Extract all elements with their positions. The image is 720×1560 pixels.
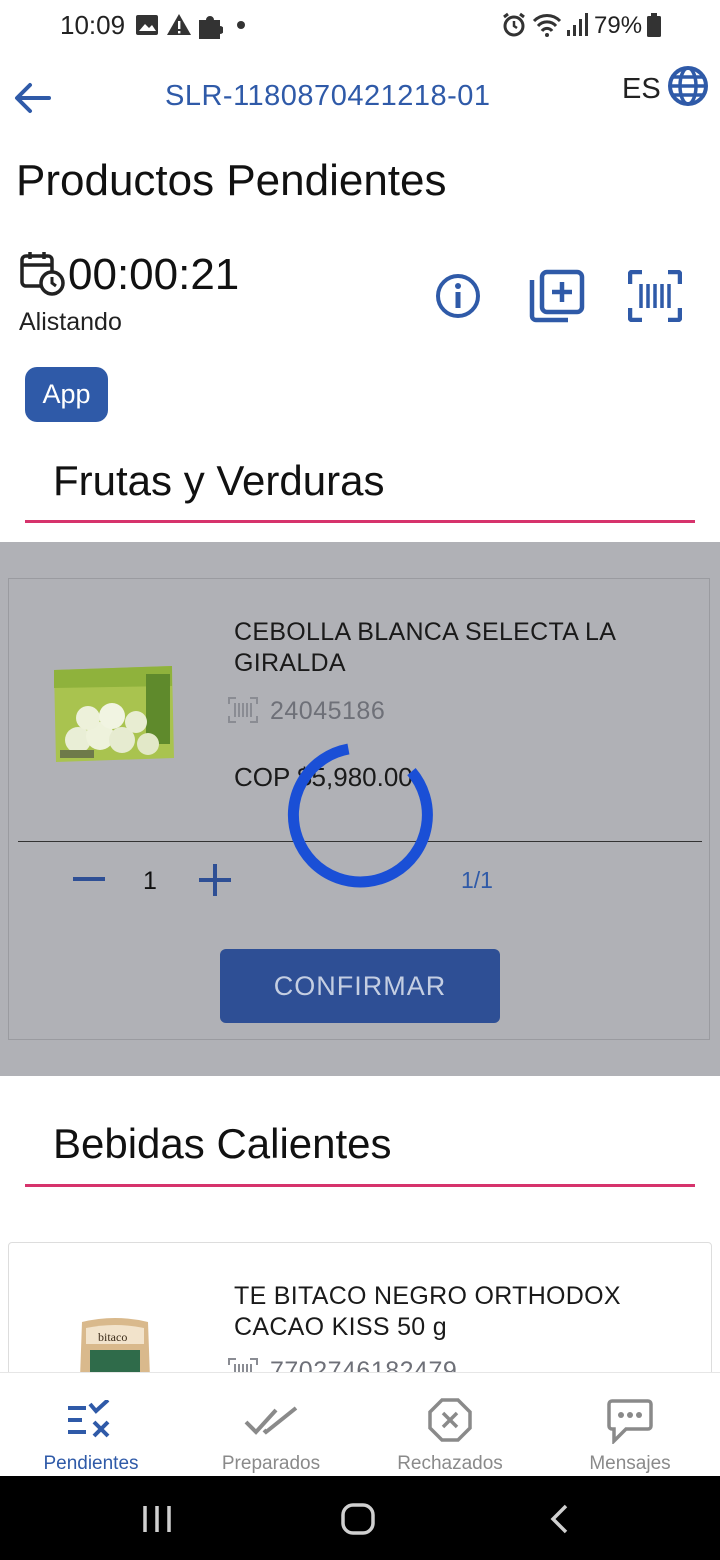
add-copy-icon[interactable] xyxy=(528,268,586,324)
nav-label-preparados: Preparados xyxy=(221,1453,321,1474)
section-underline xyxy=(25,520,695,523)
product-name-line1: CEBOLLA BLANCA SELECTA LA xyxy=(234,618,617,646)
battery-percentage: 79% xyxy=(594,12,643,39)
calendar-clock-icon xyxy=(20,252,65,296)
page-title: Productos Pendientes xyxy=(16,156,447,205)
barcode-scan-icon[interactable] xyxy=(628,270,682,322)
double-check-icon xyxy=(244,1406,298,1435)
image-icon xyxy=(136,15,158,35)
status-time: 10:09 xyxy=(60,10,126,40)
nav-label-mensajes: Mensajes xyxy=(589,1453,671,1474)
section-underline xyxy=(25,1184,695,1187)
quantity-value: 1 xyxy=(143,867,157,895)
section-title-frutas: Frutas y Verduras xyxy=(53,457,385,504)
plus-icon[interactable] xyxy=(197,862,233,898)
timer-value: 00:00:21 xyxy=(68,250,240,299)
system-back-icon[interactable] xyxy=(548,1504,572,1534)
product-name-line1: TE BITACO NEGRO ORTHODOX xyxy=(234,1282,621,1310)
barcode-icon xyxy=(228,1358,258,1373)
section-title-bebidas: Bebidas Calientes xyxy=(53,1120,392,1167)
product-name-line2: CACAO KISS 50 g xyxy=(234,1313,447,1341)
back-arrow-icon[interactable] xyxy=(12,80,52,116)
puzzle-icon xyxy=(199,16,223,39)
status-bar: 10:09 79% xyxy=(0,0,720,52)
product-name-line2: GIRALDA xyxy=(234,649,346,677)
language-code[interactable]: ES xyxy=(622,73,661,106)
alarm-icon xyxy=(503,12,525,37)
info-icon[interactable] xyxy=(435,273,481,319)
globe-icon[interactable] xyxy=(667,65,709,107)
product-image-tea: bitaco xyxy=(80,1318,150,1378)
wifi-icon xyxy=(532,14,562,37)
product-sku: 24045186 xyxy=(270,697,386,725)
chat-bubble-icon xyxy=(607,1399,653,1444)
system-navigation-bar xyxy=(0,1476,720,1560)
confirm-button[interactable]: CONFIRMAR xyxy=(220,949,500,1023)
pending-list-icon xyxy=(68,1400,110,1438)
home-icon[interactable] xyxy=(340,1502,376,1536)
rejected-octagon-icon xyxy=(428,1398,472,1442)
svg-text:bitaco: bitaco xyxy=(98,1330,127,1344)
minus-icon[interactable] xyxy=(70,864,108,894)
battery-icon xyxy=(647,13,661,37)
nav-label-rechazados: Rechazados xyxy=(397,1453,503,1474)
app-badge: App xyxy=(25,367,108,422)
quantity-count: 1/1 xyxy=(461,867,493,893)
timer-status: Alistando xyxy=(19,308,122,336)
loading-spinner-icon xyxy=(287,743,433,888)
product-image-onion xyxy=(54,666,174,762)
recent-apps-icon[interactable] xyxy=(141,1504,173,1534)
order-id: SLR-1180870421218-01 xyxy=(165,80,491,112)
dot-icon xyxy=(237,21,245,29)
nav-label-pendientes: Pendientes xyxy=(43,1453,139,1474)
warning-icon xyxy=(167,14,191,35)
signal-icon xyxy=(567,13,588,36)
barcode-icon xyxy=(228,697,258,723)
product-sku: 7702746182479 xyxy=(270,1357,458,1372)
